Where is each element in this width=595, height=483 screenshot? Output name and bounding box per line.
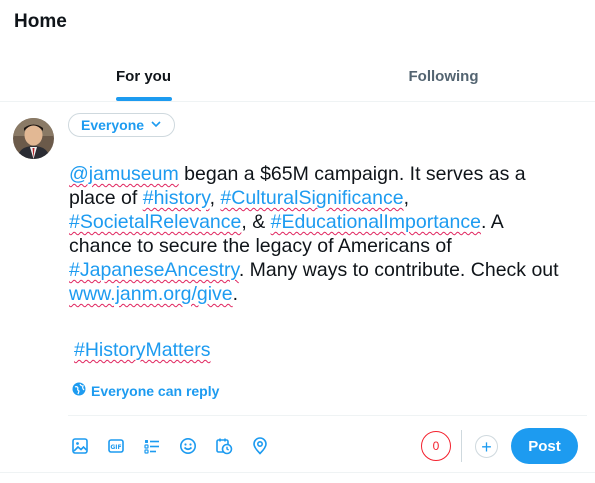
- post-text-editor[interactable]: @jamuseum began a $65M campaign. It serv…: [69, 162, 569, 306]
- post-text-segment: , &: [241, 211, 271, 233]
- reply-setting-button[interactable]: Everyone can reply: [72, 382, 219, 399]
- composer-bottom-border: [0, 472, 595, 473]
- timeline-tabs: For you Following: [0, 52, 595, 102]
- svg-text:GIF: GIF: [110, 444, 121, 451]
- chevron-down-icon: [150, 117, 162, 133]
- post-text: @jamuseum began a $65M campaign. It serv…: [69, 162, 569, 306]
- toolbar-separator: [461, 430, 462, 462]
- post-text-segment: ,: [209, 187, 221, 209]
- post-text-segment: . Many ways to contribute. Check out: [238, 259, 559, 281]
- tab-following-label: Following: [408, 68, 479, 85]
- audience-selector-button[interactable]: Everyone: [68, 113, 176, 137]
- composer-toolbar: GIF: [68, 434, 272, 458]
- character-counter: 0: [421, 431, 451, 461]
- hashtag-link[interactable]: #SocietalRelevance: [69, 211, 241, 233]
- url-link[interactable]: www.janm.org/give: [69, 283, 233, 305]
- tab-following[interactable]: Following: [300, 52, 587, 101]
- tab-for-you-label: For you: [116, 68, 171, 85]
- hashtag-link[interactable]: #EducationalImportance: [271, 211, 481, 233]
- composer-divider: [68, 415, 587, 416]
- avatar[interactable]: [13, 118, 54, 159]
- mention-link[interactable]: @jamuseum: [69, 163, 179, 185]
- emoji-icon[interactable]: [176, 434, 200, 458]
- post-text-segment: ,: [403, 187, 410, 209]
- tab-for-you[interactable]: For you: [0, 52, 287, 101]
- poll-icon[interactable]: [140, 434, 164, 458]
- plus-icon: +: [481, 436, 492, 457]
- hashtag-link[interactable]: #history: [143, 187, 210, 209]
- globe-icon: [72, 382, 86, 399]
- gif-icon[interactable]: GIF: [104, 434, 128, 458]
- hashtag-link[interactable]: #CulturalSignificance: [220, 187, 403, 209]
- location-icon[interactable]: [248, 434, 272, 458]
- add-post-button[interactable]: +: [475, 435, 498, 458]
- reply-setting-label: Everyone can reply: [91, 382, 220, 399]
- page-title: Home: [14, 11, 67, 32]
- post-text-segment: .: [232, 283, 239, 305]
- hashtag-line: #HistoryMatters: [74, 338, 211, 362]
- post-button[interactable]: Post: [511, 428, 578, 464]
- schedule-icon[interactable]: [212, 434, 236, 458]
- audience-label: Everyone: [81, 117, 145, 133]
- hashtag-link[interactable]: #HistoryMatters: [74, 339, 211, 361]
- active-tab-indicator: [116, 97, 172, 101]
- image-icon[interactable]: [68, 434, 92, 458]
- hashtag-link[interactable]: #JapaneseAncestry: [69, 259, 239, 281]
